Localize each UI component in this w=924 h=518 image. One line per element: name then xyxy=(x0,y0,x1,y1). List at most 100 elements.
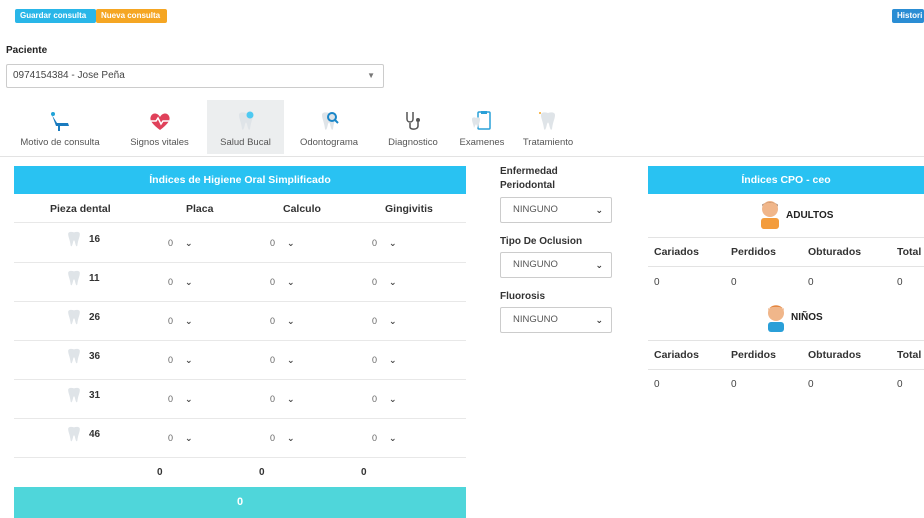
chevron-down-icon: ⌄ xyxy=(595,260,603,270)
patient-value: 0974154384 - Jose Peña xyxy=(13,70,125,81)
calculo-select[interactable]: 0 ⌄ xyxy=(270,277,295,288)
calculo-select[interactable]: 0 ⌄ xyxy=(270,355,295,366)
calculo-select[interactable]: 0 ⌄ xyxy=(270,316,295,327)
calculo-value: 0 xyxy=(270,355,276,365)
calculo-select[interactable]: 0 ⌄ xyxy=(270,433,295,444)
enfermedad-value: NINGUNO xyxy=(513,204,558,215)
chevron-down-icon: ▼ xyxy=(367,71,375,80)
tooth-icon xyxy=(64,307,84,327)
patient-select[interactable]: 0974154384 - Jose Peña ▼ xyxy=(6,64,384,88)
tab-label: Diagnostico xyxy=(388,137,438,148)
calculo-value: 0 xyxy=(270,277,276,287)
placa-value: 0 xyxy=(168,433,174,443)
calculo-value: 0 xyxy=(270,316,276,326)
row-divider xyxy=(14,418,466,419)
total-placa: 0 xyxy=(157,467,163,478)
tooth-number: 26 xyxy=(89,312,101,323)
tab-salud-bucal[interactable]: Salud Bucal xyxy=(207,100,284,154)
chevron-down-icon: ⌄ xyxy=(389,277,397,287)
tooth-number: 31 xyxy=(89,390,101,401)
chevron-down-icon: ⌄ xyxy=(185,433,193,443)
calculo-select[interactable]: 0 ⌄ xyxy=(270,394,295,405)
chevron-down-icon: ⌄ xyxy=(185,355,193,365)
tooth-clipboard-icon xyxy=(470,109,494,133)
children-col-cariados: Cariados xyxy=(654,349,699,361)
row-divider xyxy=(14,340,466,341)
tab-label: Salud Bucal xyxy=(220,137,271,148)
child-avatar-icon xyxy=(765,302,787,332)
fluorosis-value: NINGUNO xyxy=(513,314,558,325)
gingivitis-select[interactable]: 0 ⌄ xyxy=(372,316,397,327)
tooth-icon xyxy=(64,385,84,405)
enfermedad-select[interactable]: NINGUNO ⌄ xyxy=(500,197,612,223)
adults-col-perdidos: Perdidos xyxy=(731,246,776,258)
gingivitis-select[interactable]: 0 ⌄ xyxy=(372,355,397,366)
children-col-total: Total xyxy=(897,349,922,361)
gingivitis-select[interactable]: 0 ⌄ xyxy=(372,394,397,405)
chevron-down-icon: ⌄ xyxy=(595,315,603,325)
column-gingivitis: Gingivitis xyxy=(385,203,433,215)
placa-value: 0 xyxy=(168,355,174,365)
tab-label: Odontograma xyxy=(299,137,359,148)
grand-total-bar: 0 xyxy=(14,487,466,518)
children-val-perdidos: 0 xyxy=(731,379,737,390)
row-divider xyxy=(14,457,466,458)
gingivitis-value: 0 xyxy=(372,277,378,287)
stethoscope-icon xyxy=(401,109,425,133)
chevron-down-icon: ⌄ xyxy=(185,277,193,287)
gingivitis-select[interactable]: 0 ⌄ xyxy=(372,433,397,444)
oclusion-value: NINGUNO xyxy=(513,259,558,270)
tab-tratamiento[interactable]: Tratamiento xyxy=(512,100,584,154)
placa-select[interactable]: 0 ⌄ xyxy=(168,277,193,288)
chevron-down-icon: ⌄ xyxy=(287,316,295,326)
children-col-obturados: Obturados xyxy=(808,349,862,361)
tab-label: Tratamiento xyxy=(522,137,574,148)
tooth-magnifier-icon xyxy=(317,109,341,133)
row-divider xyxy=(14,301,466,302)
tab-signos-vitales[interactable]: Signos vitales xyxy=(112,100,207,154)
enfermedad-label: Enfermedad Periodontal xyxy=(500,166,558,191)
column-pieza: Pieza dental xyxy=(50,203,111,215)
calculo-select[interactable]: 0 ⌄ xyxy=(270,238,295,249)
adults-val-total: 0 xyxy=(897,277,903,288)
cpo-header: Índices CPO - ceo xyxy=(648,166,924,194)
children-val-obturados: 0 xyxy=(808,379,814,390)
adults-col-total: Total xyxy=(897,246,922,258)
placa-select[interactable]: 0 ⌄ xyxy=(168,238,193,249)
calculo-value: 0 xyxy=(270,394,276,404)
placa-select[interactable]: 0 ⌄ xyxy=(168,394,193,405)
chevron-down-icon: ⌄ xyxy=(185,316,193,326)
gingivitis-select[interactable]: 0 ⌄ xyxy=(372,238,397,249)
chevron-down-icon: ⌄ xyxy=(389,433,397,443)
tab-diagnostico[interactable]: Diagnostico xyxy=(374,100,452,154)
children-title: NIÑOS xyxy=(791,312,823,323)
tab-label: Examenes xyxy=(459,137,505,148)
tab-motivo-consulta[interactable]: Motivo de consulta xyxy=(8,100,112,154)
tooth-icon xyxy=(64,268,84,288)
adults-title: ADULTOS xyxy=(786,210,834,221)
column-calculo: Calculo xyxy=(283,203,321,215)
total-gingivitis: 0 xyxy=(361,467,367,478)
new-consulta-button[interactable]: Nueva consulta xyxy=(96,9,167,23)
row-divider xyxy=(648,369,924,370)
chevron-down-icon: ⌄ xyxy=(389,316,397,326)
placa-value: 0 xyxy=(168,277,174,287)
column-placa: Placa xyxy=(186,203,214,215)
oclusion-select[interactable]: NINGUNO ⌄ xyxy=(500,252,612,278)
total-calculo: 0 xyxy=(259,467,265,478)
placa-select[interactable]: 0 ⌄ xyxy=(168,433,193,444)
tooth-icon xyxy=(64,424,84,444)
tooth-sparkle-icon xyxy=(234,109,258,133)
chevron-down-icon: ⌄ xyxy=(389,355,397,365)
placa-value: 0 xyxy=(168,238,174,248)
placa-select[interactable]: 0 ⌄ xyxy=(168,355,193,366)
save-consulta-button[interactable]: Guardar consulta xyxy=(15,9,96,23)
gingivitis-select[interactable]: 0 ⌄ xyxy=(372,277,397,288)
fluorosis-label: Fluorosis xyxy=(500,291,546,302)
row-divider xyxy=(14,379,466,380)
tab-odontograma[interactable]: Odontograma xyxy=(284,100,374,154)
fluorosis-select[interactable]: NINGUNO ⌄ xyxy=(500,307,612,333)
tab-examenes[interactable]: Examenes xyxy=(452,100,512,154)
history-button[interactable]: Histori xyxy=(892,9,924,23)
placa-select[interactable]: 0 ⌄ xyxy=(168,316,193,327)
